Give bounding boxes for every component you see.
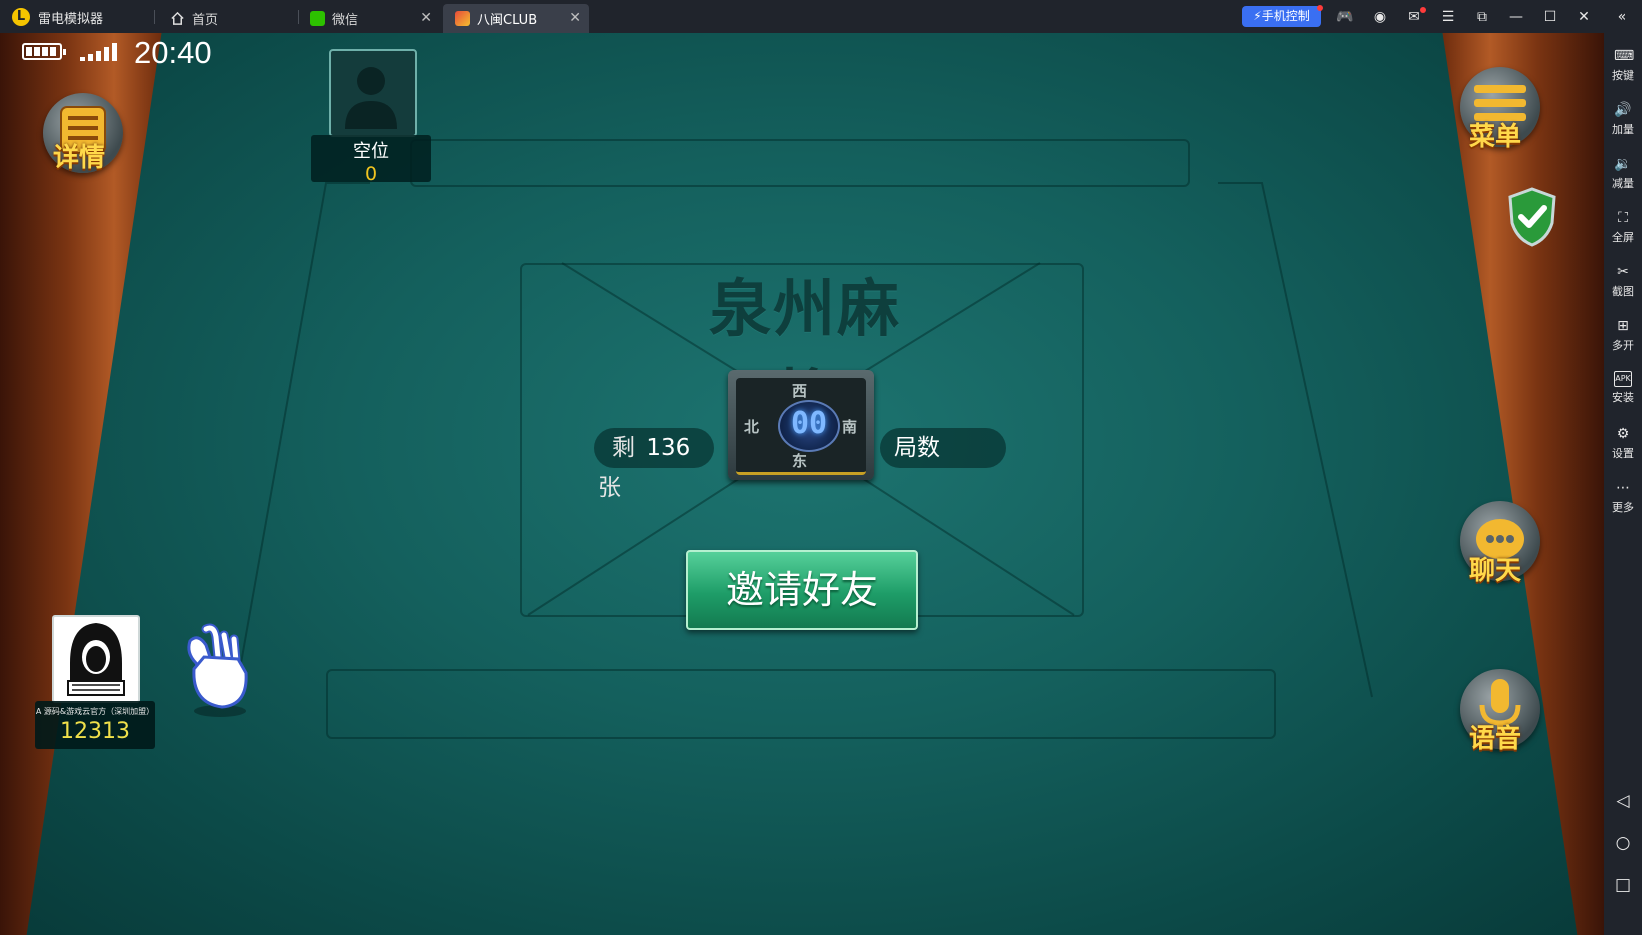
phone-control-label: 手机控制 xyxy=(1261,9,1310,23)
android-recents-icon[interactable]: □ xyxy=(1604,875,1642,895)
close-icon[interactable]: ✕ xyxy=(569,10,581,26)
close-window-icon[interactable]: ✕ xyxy=(1575,8,1593,26)
remaining-suffix: 张 xyxy=(598,475,621,501)
seat-score: 0 xyxy=(364,163,378,185)
empty-seat-avatar[interactable] xyxy=(329,49,417,137)
chat-label: 聊天 xyxy=(1469,556,1522,586)
more-icon: ⋯ xyxy=(1616,480,1630,496)
sidebar-item-label: 全屏 xyxy=(1612,231,1634,244)
volume-down-icon: 🔉 xyxy=(1614,156,1632,172)
tab-home-label: 首页 xyxy=(192,13,219,28)
sidebar-item-label: 减量 xyxy=(1612,177,1634,190)
apk-icon: APK xyxy=(1614,371,1632,387)
ready-ok-hand-icon xyxy=(187,623,248,717)
player-name: A 源码&游戏云官方（深圳加盟） xyxy=(35,707,155,716)
sidebar-item-label: 多开 xyxy=(1612,339,1634,352)
notification-dot xyxy=(1317,5,1323,11)
remaining-prefix: 剩 xyxy=(612,435,635,461)
multi-instance-icon: ⊞ xyxy=(1617,318,1629,334)
app-title: 雷电模拟器 xyxy=(38,12,104,27)
emulator-titlebar: L 雷电模拟器 首页 微信 ✕ 八闽CLUB ✕ ⚡手机控制 🎮 ◉ ✉ ☰ ⧉… xyxy=(0,0,1642,33)
sidebar-item-settings[interactable]: ⚙ 设置 xyxy=(1604,425,1642,461)
sidebar-item-label: 按键 xyxy=(1612,69,1634,82)
dial-value: 00 xyxy=(790,406,828,441)
round-dial: 00 xyxy=(778,400,840,452)
sidebar-item-multi-instance[interactable]: ⊞ 多开 xyxy=(1604,317,1642,353)
android-back-icon[interactable]: ◁ xyxy=(1604,791,1642,811)
tab-game[interactable]: 八闽CLUB ✕ xyxy=(443,4,589,33)
player-info: A 源码&游戏云官方（深圳加盟） 12313 xyxy=(35,701,155,749)
keyboard-icon: ⌨ xyxy=(1614,48,1635,64)
tab-divider xyxy=(154,10,155,24)
gamepad-icon[interactable]: 🎮 xyxy=(1336,8,1354,26)
sidebar-item-more[interactable]: ⋯ 更多 xyxy=(1604,479,1642,515)
invite-friends-button[interactable]: 邀请好友 xyxy=(686,550,918,630)
sidebar-item-label: 安装 xyxy=(1612,391,1634,404)
direction-north: 北 xyxy=(744,418,760,436)
direction-east: 东 xyxy=(792,452,808,470)
direction-south: 南 xyxy=(842,418,858,436)
tab-game-label: 八闽CLUB xyxy=(477,13,538,28)
wechat-icon xyxy=(310,11,325,26)
window-mode-icon[interactable]: ⧉ xyxy=(1473,8,1491,26)
signal-icon xyxy=(80,43,120,61)
felt-diagonals xyxy=(234,182,1373,698)
direction-compass: 西 南 东 北 00 xyxy=(728,370,874,480)
scissors-icon: ✂ xyxy=(1617,264,1629,280)
sidebar-item-label: 设置 xyxy=(1612,447,1634,460)
empty-seat-info: 空位 0 xyxy=(311,135,431,185)
battery-icon xyxy=(22,43,66,60)
sidebar-item-label: 截图 xyxy=(1612,285,1634,298)
game-screen: 20:40 详情 空位 0 泉州麻将 剩 136 张 局数 西 南 东 北 xyxy=(0,33,1604,935)
phone-control-button[interactable]: ⚡手机控制 xyxy=(1242,6,1321,27)
status-time: 20:40 xyxy=(134,35,212,70)
remaining-count: 136 xyxy=(646,435,691,461)
person-silhouette-icon xyxy=(345,67,397,129)
account-icon[interactable]: ◉ xyxy=(1371,8,1389,26)
details-label: 详情 xyxy=(53,143,106,173)
sidebar-item-keymap[interactable]: ⌨ 按键 xyxy=(1604,47,1642,83)
rounds-pill: 局数 xyxy=(880,428,1006,468)
close-icon[interactable]: ✕ xyxy=(420,10,432,26)
notification-dot xyxy=(1420,7,1426,13)
sidebar-item-install[interactable]: APK 安装 xyxy=(1604,371,1642,405)
tab-wechat[interactable]: 微信 ✕ xyxy=(298,4,440,33)
sidebar-item-label: 更多 xyxy=(1612,501,1634,514)
sidebar-item-volume-down[interactable]: 🔉 减量 xyxy=(1604,155,1642,191)
collapse-sidebar-icon[interactable]: « xyxy=(1613,8,1631,26)
tab-home[interactable]: 首页 xyxy=(158,4,298,33)
seat-name: 空位 xyxy=(353,141,389,162)
gear-icon: ⚙ xyxy=(1616,426,1630,442)
fullscreen-icon: ⛶ xyxy=(1618,210,1628,226)
security-shield-icon[interactable] xyxy=(1507,187,1557,247)
sidebar-item-volume-up[interactable]: 🔊 加量 xyxy=(1604,101,1642,137)
lightning-icon: ⚡ xyxy=(1253,9,1262,23)
menu-label: 菜单 xyxy=(1469,122,1522,152)
hamburger-menu-icon[interactable]: ☰ xyxy=(1439,8,1457,26)
rounds-label: 局数 xyxy=(894,435,940,461)
ldplayer-logo-icon: L xyxy=(12,8,30,26)
hacker-avatar-icon xyxy=(67,623,125,696)
sidebar-item-screenshot[interactable]: ✂ 截图 xyxy=(1604,263,1642,299)
android-home-icon[interactable]: ○ xyxy=(1604,833,1642,853)
home-icon xyxy=(171,11,184,25)
remaining-tiles-pill: 剩 136 张 xyxy=(594,428,714,501)
player-avatar[interactable] xyxy=(52,615,140,703)
tab-wechat-label: 微信 xyxy=(332,13,359,28)
emulator-sidebar: ⌨ 按键 🔊 加量 🔉 减量 ⛶ 全屏 ✂ 截图 ⊞ 多开 APK 安装 ⚙ 设… xyxy=(1604,33,1642,935)
voice-label: 语音 xyxy=(1469,724,1522,754)
sidebar-item-fullscreen[interactable]: ⛶ 全屏 xyxy=(1604,209,1642,245)
volume-up-icon: 🔊 xyxy=(1614,102,1632,118)
sidebar-item-label: 加量 xyxy=(1612,123,1634,136)
maximize-icon[interactable]: ☐ xyxy=(1541,8,1559,26)
direction-west: 西 xyxy=(792,382,808,400)
player-score: 12313 xyxy=(60,719,130,744)
minimize-icon[interactable]: — xyxy=(1507,8,1525,26)
game-icon xyxy=(455,11,470,26)
